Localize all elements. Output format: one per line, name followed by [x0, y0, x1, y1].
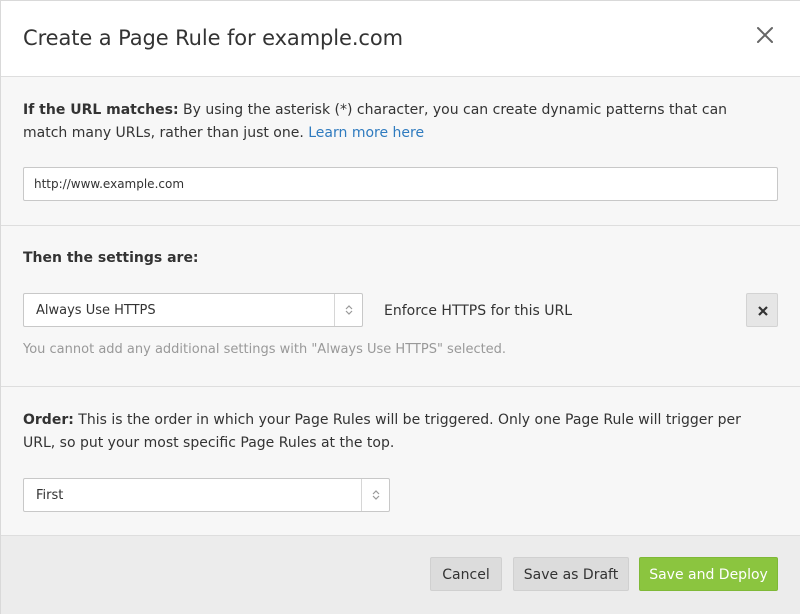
settings-heading: Then the settings are: [23, 250, 199, 266]
learn-more-link[interactable]: Learn more here [308, 125, 424, 141]
modal-title: Create a Page Rule for example.com [23, 26, 403, 50]
remove-setting-button[interactable] [746, 293, 778, 327]
close-button[interactable] [753, 23, 777, 47]
cancel-button[interactable]: Cancel [430, 557, 502, 591]
setting-description: Enforce HTTPS for this URL [384, 303, 573, 319]
save-deploy-button[interactable]: Save and Deploy [639, 557, 778, 591]
save-draft-button[interactable]: Save as Draft [513, 557, 629, 591]
order-select[interactable]: First [23, 478, 390, 512]
url-pattern-input[interactable] [23, 167, 778, 201]
url-match-description: If the URL matches: By using the asteris… [23, 99, 773, 145]
order-select-value: First [36, 488, 64, 503]
select-arrows-icon [361, 479, 389, 511]
modal-footer: Cancel Save as Draft Save and Deploy [1, 536, 800, 614]
setting-select[interactable]: Always Use HTTPS [23, 293, 363, 327]
settings-section: Then the settings are: Always Use HTTPS … [1, 226, 800, 387]
modal-header: Create a Page Rule for example.com [1, 1, 800, 77]
page-rule-modal: Create a Page Rule for example.com If th… [0, 0, 800, 614]
close-icon [757, 27, 773, 43]
remove-icon [758, 306, 768, 316]
order-section: Order: This is the order in which your P… [1, 387, 800, 536]
setting-select-value: Always Use HTTPS [36, 303, 156, 318]
order-text: This is the order in which your Page Rul… [23, 412, 741, 451]
order-description: Order: This is the order in which your P… [23, 409, 773, 455]
select-arrows-icon [334, 294, 362, 326]
url-match-section: If the URL matches: By using the asteris… [1, 77, 800, 226]
url-match-label: If the URL matches: [23, 102, 179, 118]
settings-note: You cannot add any additional settings w… [23, 342, 507, 357]
order-label: Order: [23, 412, 74, 428]
